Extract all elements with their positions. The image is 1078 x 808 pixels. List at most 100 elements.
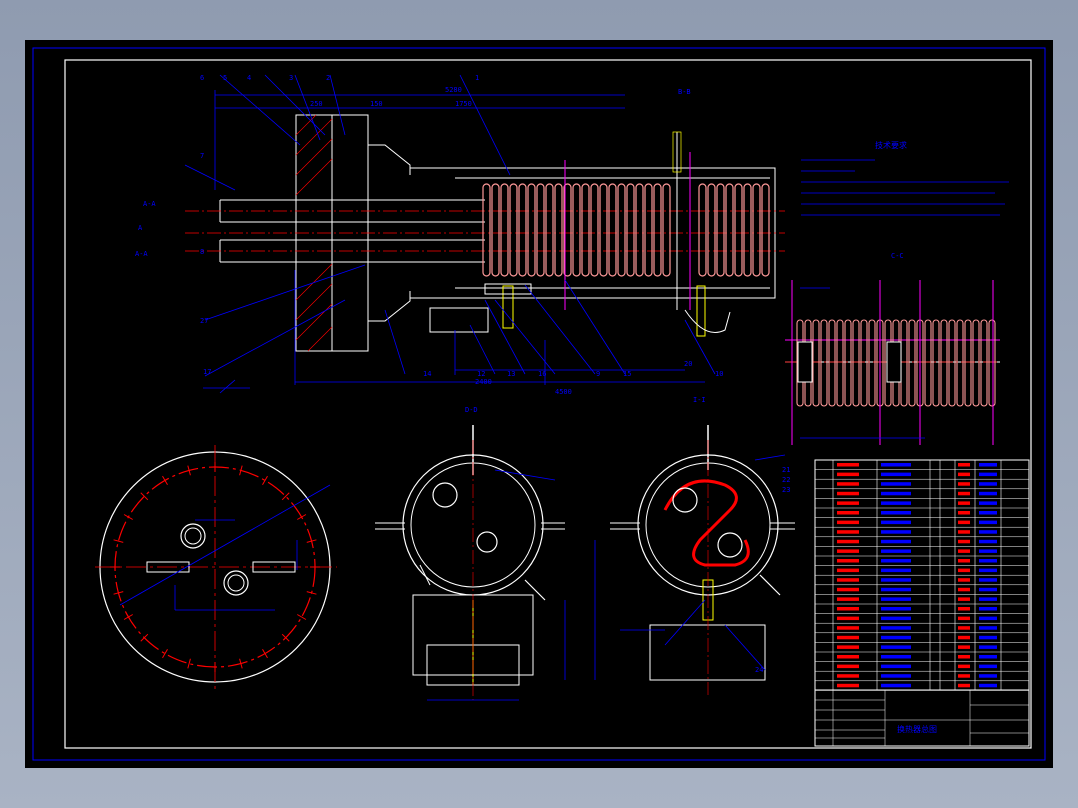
dim-d4: 2400 (475, 378, 492, 386)
parts-row-text (837, 616, 859, 621)
parts-row-text (881, 655, 911, 659)
coil-turn (761, 183, 770, 277)
label-i-i: I-I (693, 396, 706, 404)
parts-row-text (958, 511, 970, 515)
coil-turn (635, 183, 644, 277)
bolt-hole-mark (162, 649, 168, 659)
parts-row-text (979, 655, 997, 659)
svg-text:24: 24 (755, 666, 763, 674)
parts-row-text (837, 491, 859, 496)
coil-turn (716, 183, 725, 277)
coil-detail-turn (820, 319, 828, 407)
coil-detail-turn (988, 319, 996, 407)
svg-text:5: 5 (223, 74, 227, 82)
dim-d3: 250 (310, 100, 323, 108)
bolt-hole-mark (297, 514, 307, 520)
parts-row-text (881, 482, 911, 486)
parts-row-text (979, 463, 997, 467)
dim-overall: 5280 (445, 86, 462, 94)
coil-turn (536, 183, 545, 277)
parts-row-text (979, 530, 997, 534)
coil-turn (554, 183, 563, 277)
parts-row-text (881, 597, 911, 601)
parts-list (814, 459, 1030, 691)
svg-text:16: 16 (538, 370, 546, 378)
svg-text:27: 27 (200, 317, 208, 325)
svg-text:8: 8 (200, 248, 204, 256)
coil-turn (725, 183, 734, 277)
parts-row-text (979, 674, 997, 678)
bolt-hole-mark (187, 658, 191, 669)
section-i-view: I-I 21 22 23 24 (610, 396, 795, 695)
parts-row-text (979, 616, 997, 621)
parts-row-text (837, 664, 859, 669)
parts-row-text (881, 463, 911, 467)
heat-exchange-coil (482, 183, 770, 277)
parts-row-text (881, 674, 911, 678)
parts-row-text (837, 511, 859, 515)
parts-row-text (837, 683, 859, 688)
coil-turn (545, 183, 554, 277)
parts-row-text (958, 655, 970, 659)
parts-row-text (881, 520, 911, 525)
parts-row-text (881, 511, 911, 515)
coil-detail-turn (900, 319, 908, 407)
svg-text:20: 20 (684, 360, 692, 368)
svg-text:22: 22 (782, 476, 790, 484)
coil-turn (491, 183, 500, 277)
parts-row-text (837, 559, 859, 563)
coil-turn (509, 183, 518, 277)
parts-row-text (837, 607, 859, 611)
parts-row-text (881, 645, 911, 649)
parts-row-text (958, 491, 970, 496)
parts-row-text (958, 645, 970, 649)
parts-row-text (837, 635, 859, 640)
parts-row-text (881, 539, 911, 544)
parts-row-text (958, 626, 970, 630)
parts-row-text (958, 501, 970, 505)
coil-turn (608, 183, 617, 277)
coil-detail-turn (828, 319, 836, 407)
dim-d1: 1750 (455, 100, 472, 108)
parts-row-text (881, 559, 911, 563)
coil-turn (518, 183, 527, 277)
main-balloons: 6 5 4 3 2 1 7 8 27 14 12 13 16 9 15 20 10 17 A-A A A-A (135, 74, 723, 378)
parts-row-text (837, 472, 859, 477)
parts-row-text (958, 520, 970, 525)
parts-row-text (958, 463, 970, 467)
parts-row-text (958, 559, 970, 563)
coil-turn (581, 183, 590, 277)
parts-row-text (837, 597, 859, 601)
cad-drawing[interactable]: 654 321 7827 14 12 13 16 9 15 201017 A-AAA-A… (25, 40, 1053, 768)
svg-text:23: 23 (782, 486, 790, 494)
parts-row-text (837, 501, 859, 505)
coil-detail-turn (940, 319, 948, 407)
cad-viewport[interactable]: 654 321 7 8 27 14 12 13 16 9 15 20 10 17 A-A A A-A… (25, 40, 1053, 768)
parts-row-text (958, 568, 970, 573)
coil-turn (743, 183, 752, 277)
parts-row-text (979, 568, 997, 573)
parts-row-text (958, 635, 970, 640)
parts-row-text (837, 568, 859, 573)
parts-row-text (837, 482, 859, 486)
section-d-view: D-D (375, 406, 596, 701)
parts-row-text (837, 539, 859, 544)
svg-text:1: 1 (475, 74, 479, 82)
parts-row-text (837, 645, 859, 649)
svg-text:17: 17 (203, 368, 211, 376)
parts-row-text (837, 549, 859, 553)
coil-detail-turn (868, 319, 876, 407)
coil-detail-turn (860, 319, 868, 407)
svg-text:A-A: A-A (135, 250, 148, 258)
parts-row-text (837, 530, 859, 534)
coil-detail-turn (844, 319, 852, 407)
parts-row-text (979, 635, 997, 640)
coil-turn (626, 183, 635, 277)
parts-row-text (958, 607, 970, 611)
parts-row-text (979, 539, 997, 544)
coil-detail-turn (972, 319, 980, 407)
coil-turn (653, 183, 662, 277)
parts-row-text (881, 626, 911, 630)
svg-text:21: 21 (782, 466, 790, 474)
parts-row-text (958, 549, 970, 553)
